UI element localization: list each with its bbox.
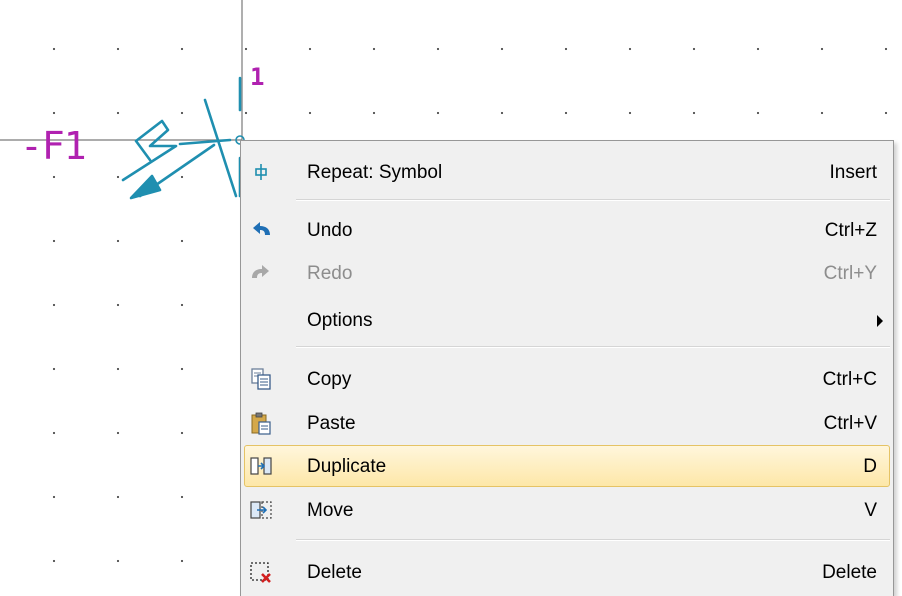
menu-item-delete[interactable]: Delete Delete xyxy=(244,551,890,593)
symbol-arrow-head xyxy=(129,174,162,200)
duplicate-icon xyxy=(250,457,272,475)
menu-item-label: Delete xyxy=(307,562,362,583)
menu-item-label: Paste xyxy=(307,413,356,434)
menu-item-paste[interactable]: Paste Ctrl+V xyxy=(244,402,890,444)
move-icon xyxy=(250,501,272,519)
menu-item-repeat-symbol[interactable]: Repeat: Symbol Insert xyxy=(244,151,890,193)
menu-item-redo[interactable]: Redo Ctrl+Y xyxy=(244,252,890,294)
menu-item-label: Move xyxy=(307,500,354,521)
menu-separator xyxy=(296,346,890,348)
delete-icon xyxy=(250,562,271,583)
menu-item-undo[interactable]: Undo Ctrl+Z xyxy=(244,209,890,251)
menu-item-label: Copy xyxy=(307,369,352,390)
symbol-actuator xyxy=(121,119,178,182)
paste-icon xyxy=(251,412,271,435)
menu-item-shortcut: Ctrl+Y xyxy=(823,263,877,284)
menu-item-shortcut: Insert xyxy=(829,162,877,183)
pin-number-label: 1 xyxy=(250,63,265,91)
menu-separator xyxy=(296,199,890,201)
menu-item-label: Repeat: Symbol xyxy=(307,162,443,183)
submenu-arrow-icon xyxy=(877,315,883,327)
menu-item-shortcut: V xyxy=(864,500,877,521)
repeat-symbol-icon xyxy=(255,164,267,180)
menu-item-label: Options xyxy=(307,310,373,331)
menu-item-move[interactable]: Move V xyxy=(244,489,890,531)
menu-item-copy[interactable]: Copy Ctrl+C xyxy=(244,358,890,400)
menu-item-options[interactable]: Options xyxy=(244,299,890,341)
context-menu: Repeat: Symbol Insert Undo Ctrl+Z Redo C… xyxy=(240,140,894,596)
menu-item-shortcut: D xyxy=(863,456,877,477)
switch-symbol[interactable] xyxy=(121,76,245,200)
redo-icon xyxy=(252,265,269,278)
symbol-actuator-link xyxy=(178,138,232,146)
menu-item-shortcut: Ctrl+C xyxy=(822,369,877,390)
menu-item-label: Redo xyxy=(307,263,353,284)
menu-item-label: Duplicate xyxy=(307,456,387,477)
copy-icon xyxy=(251,368,271,390)
menu-item-shortcut: Delete xyxy=(822,562,877,583)
menu-item-label: Undo xyxy=(307,220,353,241)
menu-item-shortcut: Ctrl+Z xyxy=(824,220,877,241)
menu-separator xyxy=(296,539,890,541)
undo-icon xyxy=(253,222,270,235)
reference-designator[interactable]: -F1 xyxy=(20,126,87,166)
menu-item-duplicate[interactable]: Duplicate D xyxy=(244,445,890,487)
menu-item-shortcut: Ctrl+V xyxy=(823,413,877,434)
